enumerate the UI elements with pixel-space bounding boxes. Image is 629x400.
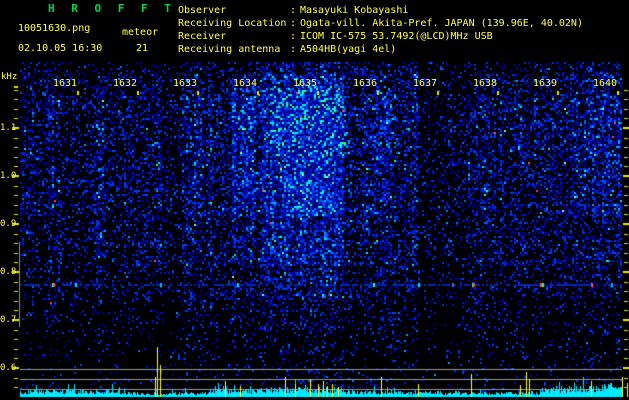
freq-tick-label-0.6: 0.6 xyxy=(0,363,17,373)
freq-tick-label-1.1: 1.1 xyxy=(0,123,17,133)
freq-axis-unit-label: kHz xyxy=(1,72,18,82)
freq-tick-label-0.7: 0.7 xyxy=(0,315,17,325)
freq-tick-label-1.0: 1.0 xyxy=(0,171,17,181)
observation-mode: meteor xyxy=(122,27,159,38)
info-colon: : xyxy=(290,5,297,16)
info-value-receiver: ICOM IC-575 53.7492(@LCD)MHz USB xyxy=(300,31,493,42)
freq-tick-label-0.9: 0.9 xyxy=(0,219,17,229)
time-tick-label-1640: 1640 xyxy=(592,78,618,89)
time-tick-label-1634: 1634 xyxy=(232,78,258,89)
freq-tick-label-0.8: 0.8 xyxy=(0,267,17,277)
meteor-count: 21 xyxy=(136,43,149,54)
app-title: H R O F F T xyxy=(48,2,176,15)
hrofft-screen: H R O F F T 10051630.png meteor 02.10.05… xyxy=(0,0,629,400)
observation-datetime: 02.10.05 16:30 xyxy=(18,43,103,54)
info-label-receiving-antenna: Receiving antenna xyxy=(178,44,281,55)
spectrogram-canvas xyxy=(0,0,629,400)
info-label-receiving-location: Receiving Location xyxy=(178,18,287,29)
time-tick-label-1635: 1635 xyxy=(292,78,318,89)
info-label-observer: Observer xyxy=(178,5,227,16)
time-tick-label-1631: 1631 xyxy=(52,78,78,89)
time-tick-label-1636: 1636 xyxy=(352,78,378,89)
time-tick-label-1633: 1633 xyxy=(172,78,198,89)
time-tick-label-1639: 1639 xyxy=(532,78,558,89)
info-colon: : xyxy=(290,31,297,42)
time-tick-label-1638: 1638 xyxy=(472,78,498,89)
info-label-receiver: Receiver xyxy=(178,31,227,42)
info-colon: : xyxy=(290,44,297,55)
info-value-receiving-location: Ogata-vill. Akita-Pref. JAPAN (139.96E, … xyxy=(300,18,583,29)
output-filename: 10051630.png xyxy=(18,23,91,34)
time-tick-label-1637: 1637 xyxy=(412,78,438,89)
time-tick-label-1632: 1632 xyxy=(112,78,138,89)
info-colon: : xyxy=(290,18,297,29)
info-value-receiving-antenna: A504HB(yagi 4el) xyxy=(300,44,397,55)
info-value-observer: Masayuki Kobayashi xyxy=(300,5,409,16)
